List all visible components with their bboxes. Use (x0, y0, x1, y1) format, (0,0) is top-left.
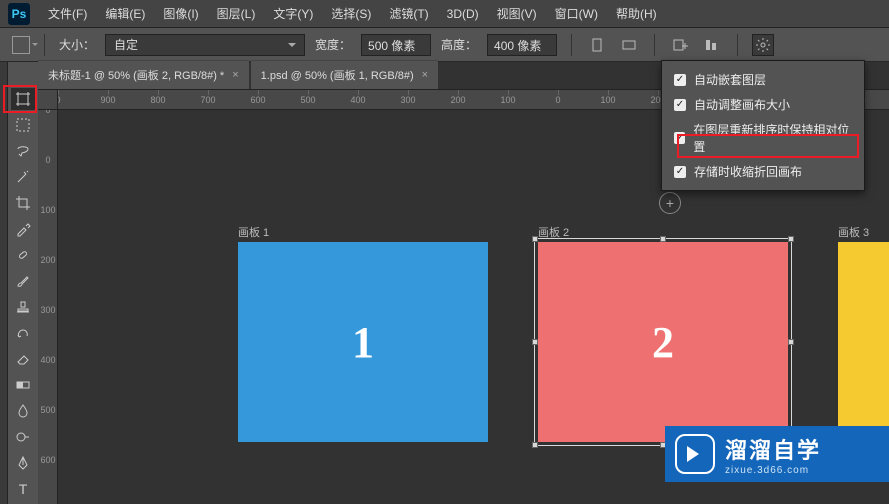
tab-label: 未标题-1 @ 50% (画板 2, RGB/8#) * (48, 67, 224, 83)
tab-untitled[interactable]: 未标题-1 @ 50% (画板 2, RGB/8#) * × (38, 60, 249, 89)
width-label: 宽度： (315, 36, 351, 53)
artboard-label[interactable]: 画板 3 (838, 224, 869, 240)
menu-text[interactable]: 文字(Y) (273, 5, 313, 22)
width-input[interactable]: 500 像素 (361, 34, 431, 56)
add-artboard-icon[interactable]: + (659, 192, 681, 214)
ruler-vertical[interactable]: 00100200300400500600160 (38, 110, 58, 504)
panel-strip[interactable] (0, 62, 8, 504)
height-input[interactable]: 400 像素 (487, 34, 557, 56)
watermark-title: 溜溜自学 (725, 433, 821, 465)
landscape-icon[interactable] (618, 34, 640, 56)
tab-1psd[interactable]: 1.psd @ 50% (画板 1, RGB/8#) × (251, 60, 438, 89)
menu-view[interactable]: 视图(V) (497, 5, 537, 22)
brush-tool-icon[interactable] (11, 270, 35, 292)
svg-text:T: T (19, 481, 28, 497)
eraser-tool-icon[interactable] (11, 348, 35, 370)
blur-tool-icon[interactable] (11, 400, 35, 422)
opt-shrink-on-save[interactable]: ✓ 存储时收缩折回画布 (662, 159, 864, 184)
size-mode-select[interactable]: 自定 (105, 34, 305, 56)
menu-file[interactable]: 文件(F) (48, 5, 87, 22)
close-icon[interactable]: × (422, 69, 428, 81)
eyedropper-tool-icon[interactable] (11, 218, 35, 240)
artboard[interactable]: 画板 22 (538, 242, 788, 442)
opt-auto-resize[interactable]: ✓ 自动调整画布大小 (662, 92, 864, 117)
opt-label: 存储时收缩折回画布 (694, 163, 802, 180)
gear-icon[interactable] (752, 34, 774, 56)
resize-handle[interactable] (532, 442, 538, 448)
artboard-tool-icon[interactable] (11, 88, 35, 110)
ruler-corner (38, 90, 58, 110)
opt-auto-nest[interactable]: ✓ 自动嵌套图层 (662, 67, 864, 92)
menu-3d[interactable]: 3D(D) (447, 7, 479, 21)
artboard-add-icon[interactable] (669, 34, 691, 56)
watermark-url: zixue.3d66.com (725, 465, 821, 476)
crop-tool-icon[interactable] (11, 192, 35, 214)
checkbox-icon: ✓ (674, 74, 686, 86)
menu-image[interactable]: 图像(I) (163, 5, 198, 22)
dodge-tool-icon[interactable] (11, 426, 35, 448)
menu-layer[interactable]: 图层(L) (217, 5, 256, 22)
pen-tool-icon[interactable] (11, 452, 35, 474)
tab-label: 1.psd @ 50% (画板 1, RGB/8#) (261, 67, 414, 83)
opt-label: 自动调整画布大小 (694, 96, 790, 113)
checkbox-icon: ✓ (674, 166, 686, 178)
marquee-tool-icon[interactable] (11, 114, 35, 136)
artboard[interactable]: 画板 11 (238, 242, 488, 442)
checkbox-icon: ✓ (674, 99, 686, 111)
checkbox-icon: ✓ (674, 132, 685, 144)
wand-tool-icon[interactable] (11, 166, 35, 188)
watermark: 溜溜自学 zixue.3d66.com (665, 426, 889, 482)
tools-panel: T (8, 62, 38, 504)
menu-help[interactable]: 帮助(H) (616, 5, 657, 22)
size-label: 大小： (59, 36, 95, 53)
artboard-options-dropdown: ✓ 自动嵌套图层 ✓ 自动调整画布大小 ✓ 在图层重新排序时保持相对位置 ✓ 存储时收缩… (661, 60, 865, 191)
menu-filter[interactable]: 滤镜(T) (389, 5, 428, 22)
artboard-label[interactable]: 画板 2 (538, 224, 569, 240)
artboard-label[interactable]: 画板 1 (238, 224, 269, 240)
menu-edit[interactable]: 编辑(E) (105, 5, 145, 22)
artboard[interactable]: 画板 3 (838, 242, 889, 442)
ps-logo: Ps (8, 3, 30, 25)
resize-handle[interactable] (788, 339, 794, 345)
opt-keep-relative[interactable]: ✓ 在图层重新排序时保持相对位置 (662, 117, 864, 159)
current-tool-icon[interactable] (12, 36, 30, 54)
heal-tool-icon[interactable] (11, 244, 35, 266)
opt-label: 在图层重新排序时保持相对位置 (693, 121, 852, 155)
play-icon (675, 434, 715, 474)
portrait-icon[interactable] (586, 34, 608, 56)
resize-handle[interactable] (788, 236, 794, 242)
history-brush-tool-icon[interactable] (11, 322, 35, 344)
text-tool-icon[interactable]: T (11, 478, 35, 500)
close-icon[interactable]: × (232, 69, 238, 81)
opt-label: 自动嵌套图层 (694, 71, 766, 88)
align-icon[interactable] (701, 34, 723, 56)
menu-window[interactable]: 窗口(W) (555, 5, 598, 22)
height-label: 高度： (441, 36, 477, 53)
menu-select[interactable]: 选择(S) (331, 5, 371, 22)
lasso-tool-icon[interactable] (11, 140, 35, 162)
options-bar: 大小： 自定 宽度： 500 像素 高度： 400 像素 (0, 28, 889, 62)
menu-bar: Ps 文件(F) 编辑(E) 图像(I) 图层(L) 文字(Y) 选择(S) 滤… (0, 0, 889, 28)
stamp-tool-icon[interactable] (11, 296, 35, 318)
artboard-content: 1 (238, 242, 488, 442)
gradient-tool-icon[interactable] (11, 374, 35, 396)
artboard-content: 2 (538, 242, 788, 442)
artboard-content (838, 242, 889, 442)
